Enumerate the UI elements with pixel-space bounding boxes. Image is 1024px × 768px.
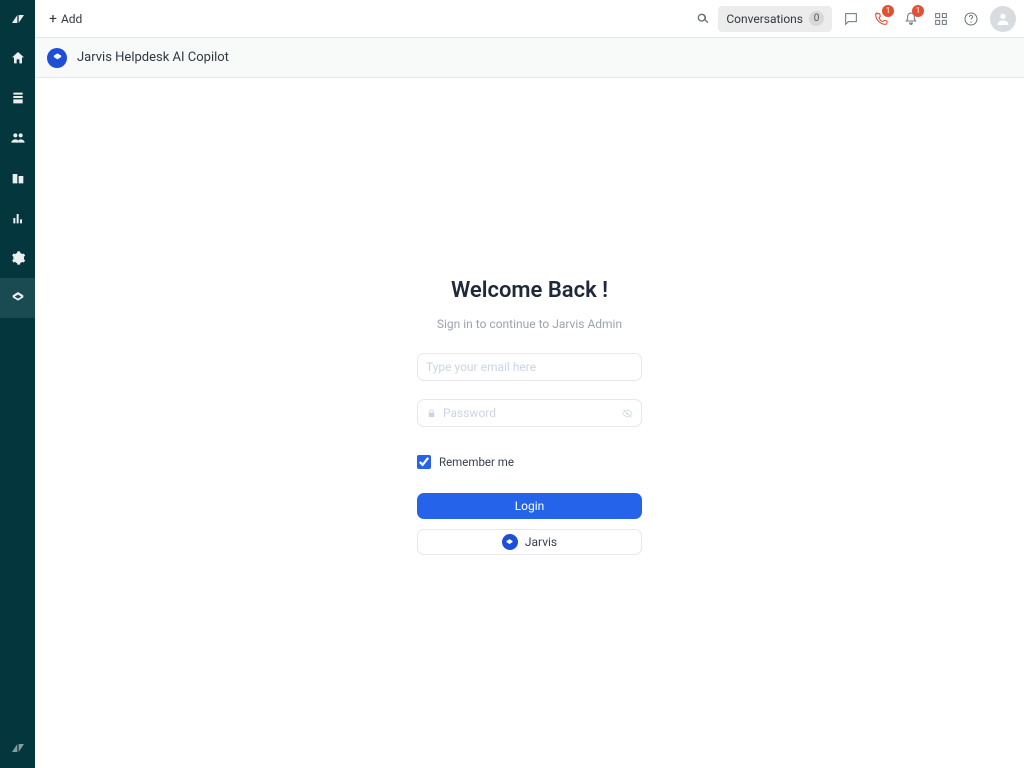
email-input[interactable] xyxy=(426,360,633,374)
app-header-strip: Jarvis Helpdesk AI Copilot xyxy=(35,38,1024,78)
login-subheading: Sign in to continue to Jarvis Admin xyxy=(400,317,660,331)
password-field-wrap xyxy=(417,399,642,427)
remember-row: Remember me xyxy=(417,455,642,469)
nav-reporting[interactable] xyxy=(0,198,35,238)
apps-icon[interactable] xyxy=(926,4,956,34)
password-input[interactable] xyxy=(443,406,616,420)
login-button[interactable]: Login xyxy=(417,493,642,519)
phone-icon[interactable]: 1 xyxy=(866,4,896,34)
remember-label[interactable]: Remember me xyxy=(439,455,514,469)
app-title: Jarvis Helpdesk AI Copilot xyxy=(77,50,229,65)
eye-off-icon[interactable] xyxy=(622,404,633,423)
lock-icon xyxy=(426,404,437,423)
nav-jarvis[interactable] xyxy=(0,278,35,318)
chat-icon[interactable] xyxy=(836,4,866,34)
conversations-button[interactable]: Conversations 0 xyxy=(718,6,832,32)
add-label: Add xyxy=(61,12,82,26)
main-content: Welcome Back ! Sign in to continue to Ja… xyxy=(35,78,1024,768)
login-card: Welcome Back ! Sign in to continue to Ja… xyxy=(400,278,660,555)
jarvis-sso-label: Jarvis xyxy=(525,535,557,549)
top-bar: + Add Conversations 0 1 1 xyxy=(35,0,1024,38)
nav-customers[interactable] xyxy=(0,118,35,158)
plus-icon: + xyxy=(49,12,57,26)
login-heading: Welcome Back ! xyxy=(400,278,660,303)
user-avatar[interactable] xyxy=(990,6,1016,32)
zendesk-logo-icon[interactable] xyxy=(0,0,35,38)
add-button[interactable]: + Add xyxy=(43,6,88,32)
email-field-wrap xyxy=(417,353,642,381)
nav-views[interactable] xyxy=(0,78,35,118)
jarvis-sso-button[interactable]: Jarvis xyxy=(417,529,642,555)
search-icon[interactable] xyxy=(688,4,718,34)
zendesk-footer-icon[interactable] xyxy=(0,728,35,768)
phone-badge: 1 xyxy=(882,5,894,17)
bell-badge: 1 xyxy=(912,5,924,17)
jarvis-logo-icon xyxy=(502,534,518,550)
nav-admin[interactable] xyxy=(0,238,35,278)
remember-checkbox[interactable] xyxy=(417,455,431,469)
nav-home[interactable] xyxy=(0,38,35,78)
conversations-label: Conversations xyxy=(726,12,803,26)
help-icon[interactable] xyxy=(956,4,986,34)
jarvis-logo-icon xyxy=(47,48,67,68)
conversations-count: 0 xyxy=(809,11,824,26)
nav-organizations[interactable] xyxy=(0,158,35,198)
left-nav-rail xyxy=(0,0,35,768)
bell-icon[interactable]: 1 xyxy=(896,4,926,34)
